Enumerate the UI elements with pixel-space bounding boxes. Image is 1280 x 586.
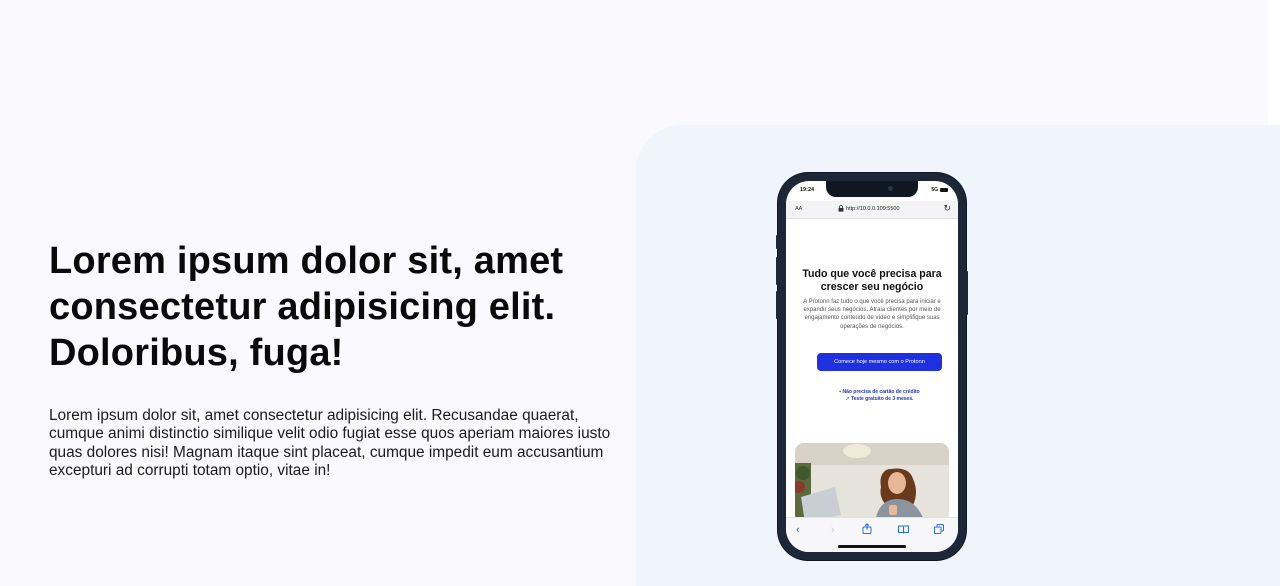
back-icon[interactable]: ‹ xyxy=(796,524,800,536)
no-credit-card-note: ▪ Não precisa de cartão de crédito xyxy=(839,389,920,395)
book-icon[interactable] xyxy=(898,525,909,537)
share-icon[interactable] xyxy=(862,523,872,537)
hero-headline: Lorem ipsum dolor sit, amet consectetur … xyxy=(49,240,564,374)
forward-icon[interactable]: › xyxy=(831,524,835,536)
reload-icon[interactable]: ↻ xyxy=(943,203,951,214)
phone-power-button xyxy=(966,271,968,315)
hero-text-block: Lorem ipsum dolor sit, amet consectetur … xyxy=(49,238,639,480)
lock-icon xyxy=(838,205,844,214)
phone-mockup: 19:24 5G AA http://10.0.0.109:5500 ↻ Tud… xyxy=(776,173,968,560)
free-trial-note: ➚ Teste gratuito de 3 meses. xyxy=(845,395,914,402)
phone-volume-up-button xyxy=(776,257,778,285)
signal-label: 5G xyxy=(931,187,938,193)
camera-icon xyxy=(888,186,893,191)
home-indicator xyxy=(838,545,906,548)
reader-aa-button[interactable]: AA xyxy=(795,206,802,212)
mobile-hero-description: A Protonn faz tudo o que você precisa pa… xyxy=(803,299,941,330)
woman-with-laptop-image xyxy=(795,443,949,523)
phone-volume-down-button xyxy=(776,291,778,319)
mobile-cta-notes: ▪ Não precisa de cartão de crédito ➚ Tes… xyxy=(802,389,957,402)
tabs-icon[interactable] xyxy=(934,524,944,537)
phone-screen: 19:24 5G AA http://10.0.0.109:5500 ↻ Tud… xyxy=(786,181,958,552)
battery-icon xyxy=(940,187,948,192)
status-indicators: 5G xyxy=(931,187,948,193)
status-time: 19:24 xyxy=(800,187,815,193)
mobile-cta-button[interactable]: Comece hoje mesmo com o Protonn xyxy=(817,353,942,371)
hero-lead-paragraph: Lorem ipsum dolor sit, amet consectetur … xyxy=(49,407,611,479)
phone-mute-button xyxy=(776,235,778,249)
browser-address-bar[interactable]: AA http://10.0.0.109:5500 ↻ xyxy=(786,201,958,219)
mobile-hero-title: Tudo que você precisa para crescer seu n… xyxy=(802,268,942,293)
browser-url[interactable]: http://10.0.0.109:5500 xyxy=(846,206,900,212)
phone-notch xyxy=(826,181,918,197)
